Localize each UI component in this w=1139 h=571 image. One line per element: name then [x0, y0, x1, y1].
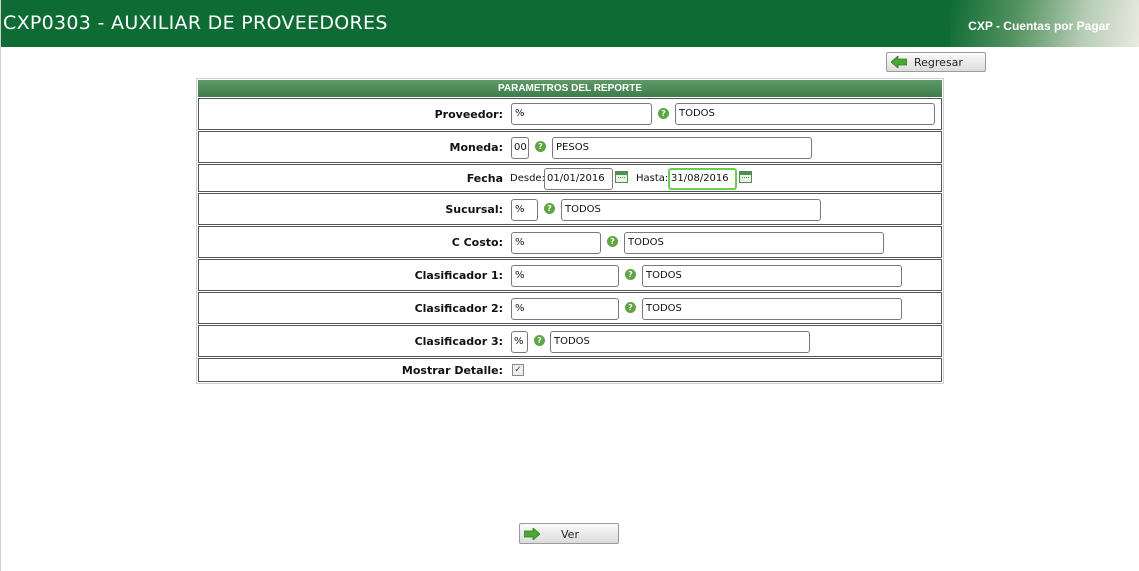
back-arrow-icon	[891, 56, 907, 68]
module-name: CXP - Cuentas por Pagar	[968, 19, 1110, 33]
help-icon[interactable]: ?	[535, 141, 546, 152]
app-header: CXP0303 - AUXILIAR DE PROVEEDORES CXP - …	[1, 0, 1139, 47]
mostrar-detalle-checkbox[interactable]: ✓	[512, 364, 524, 376]
mostrar-detalle-label: Mostrar Detalle:	[401, 364, 503, 377]
moneda-code-input[interactable]: 00	[511, 137, 529, 159]
moneda-desc-input[interactable]: PESOS	[552, 137, 812, 159]
clasificador-3-desc-input[interactable]: TODOS	[550, 331, 810, 353]
sucursal-label: Sucursal:	[445, 203, 503, 216]
ccosto-label: C Costo:	[451, 236, 503, 249]
calendar-icon[interactable]	[615, 171, 628, 183]
ver-button[interactable]: Ver	[519, 523, 619, 544]
ver-label: Ver	[561, 528, 579, 541]
clasificador-2-label: Clasificador 2:	[414, 302, 503, 315]
clasificador-3-label: Clasificador 3:	[414, 335, 503, 348]
row-clasificador-2: Clasificador 2: % ? TODOS	[198, 292, 942, 324]
sucursal-desc-input[interactable]: TODOS	[561, 199, 821, 221]
fecha-desde-input[interactable]: 01/01/2016	[544, 168, 613, 190]
row-ccosto: C Costo: % ? TODOS	[198, 226, 942, 258]
help-icon[interactable]: ?	[534, 335, 545, 346]
clasificador-3-code-input[interactable]: %	[511, 331, 528, 353]
calendar-icon[interactable]	[739, 171, 752, 183]
moneda-label: Moneda:	[449, 141, 504, 154]
fecha-hasta-input[interactable]: 31/08/2016	[668, 168, 737, 190]
ccosto-desc-input[interactable]: TODOS	[624, 232, 884, 254]
clasificador-2-code-input[interactable]: %	[511, 298, 619, 320]
hasta-label: Hasta:	[636, 173, 669, 184]
row-clasificador-1: Clasificador 1: % ? TODOS	[198, 259, 942, 291]
clasificador-1-code-input[interactable]: %	[511, 265, 619, 287]
row-proveedor: Proveedor: % ? TODOS	[198, 98, 942, 130]
ccosto-code-input[interactable]: %	[511, 232, 601, 254]
fecha-label: Fecha	[466, 172, 503, 185]
report-parameters-panel: PARAMETROS DEL REPORTE Proveedor: % ? TO…	[196, 78, 944, 384]
clasificador-2-desc-input[interactable]: TODOS	[642, 298, 902, 320]
proveedor-desc-input[interactable]: TODOS	[675, 103, 935, 125]
row-sucursal: Sucursal: % ? TODOS	[198, 193, 942, 225]
help-icon[interactable]: ?	[625, 269, 636, 280]
help-icon[interactable]: ?	[544, 203, 555, 214]
help-icon[interactable]: ?	[625, 302, 636, 313]
help-icon[interactable]: ?	[658, 108, 669, 119]
clasificador-1-label: Clasificador 1:	[414, 269, 503, 282]
proveedor-code-input[interactable]: %	[511, 103, 652, 125]
sucursal-code-input[interactable]: %	[511, 199, 538, 221]
regresar-label: Regresar	[914, 56, 963, 69]
clasificador-1-desc-input[interactable]: TODOS	[642, 265, 902, 287]
help-icon[interactable]: ?	[607, 236, 618, 247]
forward-arrow-icon	[524, 528, 540, 540]
regresar-button[interactable]: Regresar	[886, 52, 986, 72]
row-moneda: Moneda: 00 ? PESOS	[198, 131, 942, 163]
page-title: CXP0303 - AUXILIAR DE PROVEEDORES	[3, 12, 388, 34]
proveedor-label: Proveedor:	[434, 108, 503, 121]
row-clasificador-3: Clasificador 3: % ? TODOS	[198, 325, 942, 357]
row-mostrar-detalle: Mostrar Detalle: ✓	[198, 358, 942, 382]
row-fecha: Fecha Desde: 01/01/2016 Hasta: 31/08/201…	[198, 164, 942, 192]
desde-label: Desde:	[510, 173, 545, 184]
panel-title: PARAMETROS DEL REPORTE	[198, 80, 942, 97]
